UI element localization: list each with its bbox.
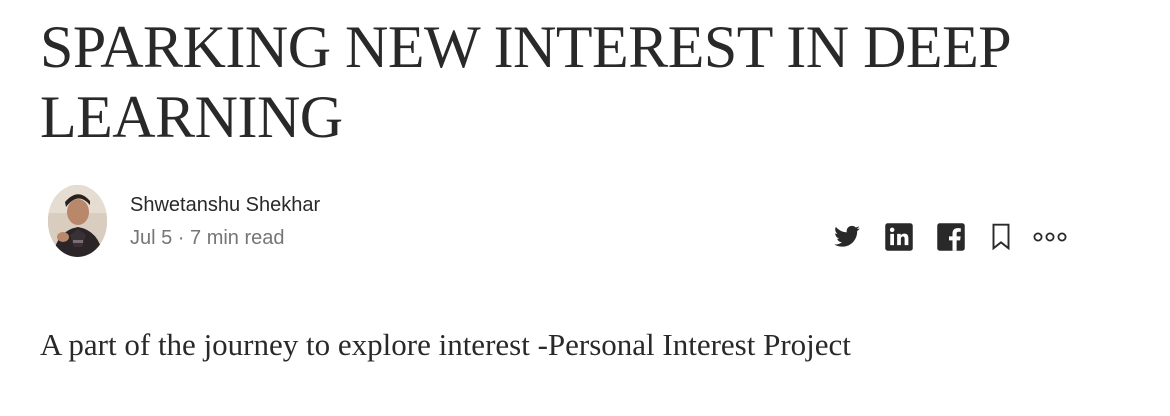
article-header: SPARKING NEW INTEREST IN DEEP LEARNING S…: [0, 0, 1170, 416]
author-avatar[interactable]: [48, 185, 107, 257]
bookmark-button[interactable]: [984, 221, 1018, 253]
more-options-button[interactable]: [1028, 221, 1072, 253]
avatar-image: [48, 185, 107, 257]
facebook-icon: [937, 223, 965, 251]
bookmark-icon: [992, 223, 1010, 251]
linkedin-icon: [885, 223, 913, 251]
author-byline: Shwetanshu Shekhar Jul 5 · 7 min read: [48, 185, 1078, 257]
article-title: SPARKING NEW INTEREST IN DEEP LEARNING: [40, 14, 1009, 150]
twitter-icon: [834, 225, 860, 247]
post-meta: Jul 5 · 7 min read: [130, 227, 285, 249]
article-subtitle: A part of the journey to explore interes…: [40, 327, 851, 362]
author-name[interactable]: Shwetanshu Shekhar: [130, 193, 320, 217]
linkedin-share-button[interactable]: [882, 221, 916, 253]
facebook-share-button[interactable]: [934, 221, 968, 253]
twitter-share-button[interactable]: [830, 221, 864, 253]
more-options-icon: [1033, 232, 1067, 242]
